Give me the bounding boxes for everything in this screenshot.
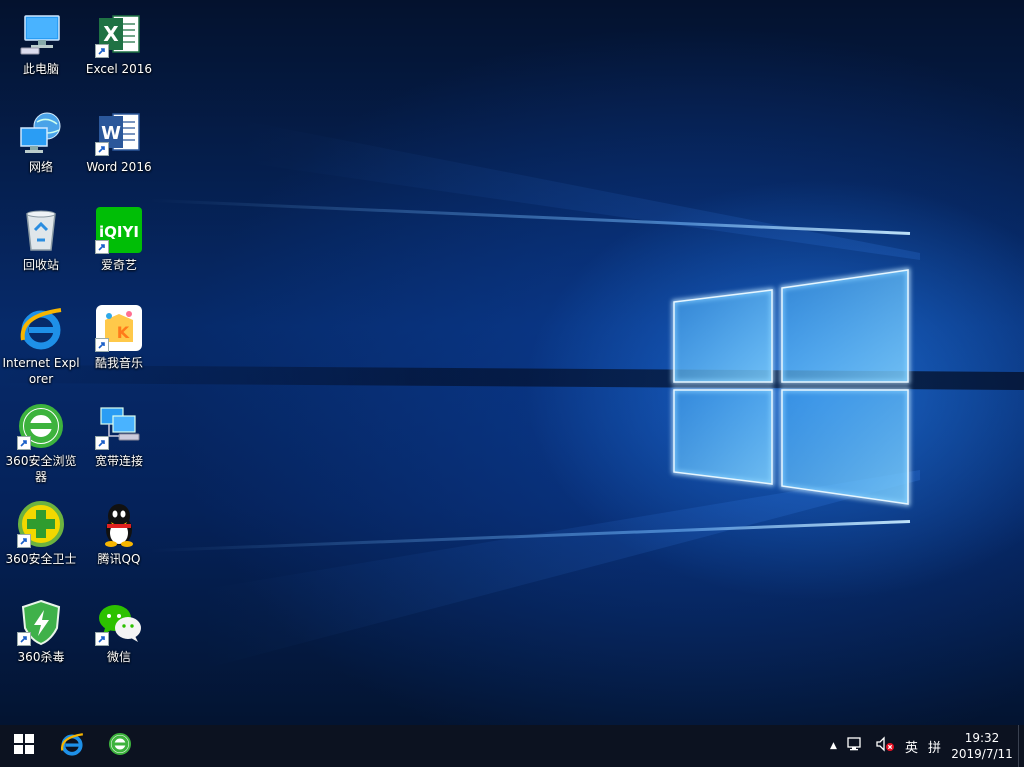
- desktop-icon-wechat[interactable]: 微信: [80, 596, 158, 686]
- shortcut-arrow-icon: [95, 44, 109, 58]
- desktop-icon-label: 酷我音乐: [94, 356, 143, 370]
- desktop-icon-label: 爱奇艺: [100, 258, 137, 272]
- windows-start-icon: [14, 734, 34, 758]
- desktop[interactable]: 此电脑 网络 回收站 Internet Explorer 360安全浏览器 36…: [0, 0, 1024, 725]
- taskbar-360-browser-button[interactable]: [96, 725, 144, 767]
- desktop-icon-label: 微信: [106, 650, 131, 664]
- desktop-icon-label: 回收站: [22, 258, 59, 272]
- kuwo-icon: K: [95, 304, 143, 352]
- recycle-bin-icon: [17, 206, 65, 254]
- word-letter: W: [101, 123, 121, 144]
- shortcut-arrow-icon: [95, 436, 109, 450]
- show-hidden-icons-button[interactable]: ▲: [825, 725, 842, 767]
- shortcut-arrow-icon: [17, 632, 31, 646]
- network-disconnected-icon: [847, 736, 865, 756]
- wechat-icon: [95, 598, 143, 646]
- desktop-icon-label: 360安全卫士: [5, 552, 77, 566]
- shortcut-arrow-icon: [95, 142, 109, 156]
- desktop-icon-label: Internet Explorer: [2, 356, 80, 386]
- iqiyi-logo-text: iQIYI: [99, 223, 139, 241]
- computer-icon: [17, 10, 65, 58]
- clock-date: 2019/7/11: [951, 747, 1013, 761]
- desktop-icon-word-2016[interactable]: W Word 2016: [80, 106, 158, 196]
- desktop-icon-iqiyi[interactable]: iQIYI 爱奇艺: [80, 204, 158, 294]
- network-icon: [17, 108, 65, 156]
- clock-time: 19:32: [964, 731, 1000, 745]
- taskbar-ie-button[interactable]: [48, 725, 96, 767]
- 360-antivirus-icon: [17, 598, 65, 646]
- desktop-icon-label: Word 2016: [86, 160, 152, 174]
- light-beam-lower: [200, 470, 920, 670]
- desktop-icon-label: 腾讯QQ: [97, 552, 141, 566]
- desktop-icon-label: 网络: [28, 160, 53, 174]
- light-ray-top: [150, 198, 911, 235]
- kuwo-letter: K: [117, 323, 130, 342]
- shortcut-arrow-icon: [17, 534, 31, 548]
- system-tray: ▲ 英 拼 19:32 2019/7/11: [825, 725, 1024, 767]
- volume-muted-icon: [875, 736, 895, 756]
- taskbar-clock[interactable]: 19:32 2019/7/11: [946, 725, 1018, 767]
- start-button[interactable]: [0, 725, 48, 767]
- desktop-icon-network[interactable]: 网络: [2, 106, 80, 196]
- shortcut-arrow-icon: [17, 436, 31, 450]
- desktop-icon-label: 360杀毒: [17, 650, 65, 664]
- ie-icon: [59, 731, 85, 761]
- ime-language-button[interactable]: 英: [900, 725, 923, 767]
- light-beam-upper: [240, 120, 920, 260]
- excel-icon: X: [95, 10, 143, 58]
- light-ray-bottom: [150, 520, 911, 553]
- windows-wallpaper-logo: [672, 267, 910, 507]
- word-icon: W: [95, 108, 143, 156]
- ime-mode-indicator: 拼: [927, 740, 941, 756]
- broadband-icon: [95, 402, 143, 450]
- show-desktop-button[interactable]: [1018, 725, 1024, 767]
- shortcut-arrow-icon: [95, 240, 109, 254]
- 360-safeguard-icon: [17, 500, 65, 548]
- chevron-up-icon: ▲: [830, 741, 837, 751]
- network-status-button[interactable]: [842, 725, 870, 767]
- shortcut-arrow-icon: [95, 338, 109, 352]
- qq-icon: [95, 500, 143, 548]
- excel-letter: X: [103, 22, 119, 46]
- desktop-icon-label: 360安全浏览器: [5, 454, 77, 484]
- desktop-icon-label: Excel 2016: [85, 62, 153, 76]
- taskbar: ▲ 英 拼 19:32 2019/7/11: [0, 725, 1024, 767]
- desktop-icon-internet-explorer[interactable]: Internet Explorer: [2, 302, 80, 392]
- desktop-icon-360-safeguard[interactable]: 360安全卫士: [2, 498, 80, 588]
- desktop-icon-kuwo-music[interactable]: K 酷我音乐: [80, 302, 158, 392]
- 360-browser-icon: [108, 732, 132, 760]
- desktop-icon-this-pc[interactable]: 此电脑: [2, 8, 80, 98]
- desktop-icon-360-browser[interactable]: 360安全浏览器: [2, 400, 80, 490]
- desktop-icon-label: 此电脑: [22, 62, 59, 76]
- ie-icon: [17, 304, 65, 352]
- desktop-icon-label: 宽带连接: [94, 454, 143, 468]
- desktop-icon-360-antivirus[interactable]: 360杀毒: [2, 596, 80, 686]
- ime-mode-button[interactable]: 拼: [923, 725, 946, 767]
- desktop-icon-tencent-qq[interactable]: 腾讯QQ: [80, 498, 158, 588]
- desktop-icon-recycle-bin[interactable]: 回收站: [2, 204, 80, 294]
- volume-button[interactable]: [870, 725, 900, 767]
- shortcut-arrow-icon: [95, 632, 109, 646]
- desktop-icon-broadband[interactable]: 宽带连接: [80, 400, 158, 490]
- 360-browser-icon: [17, 402, 65, 450]
- desktop-icon-excel-2016[interactable]: X Excel 2016: [80, 8, 158, 98]
- ime-language-indicator: 英: [904, 740, 918, 756]
- iqiyi-icon: iQIYI: [95, 206, 143, 254]
